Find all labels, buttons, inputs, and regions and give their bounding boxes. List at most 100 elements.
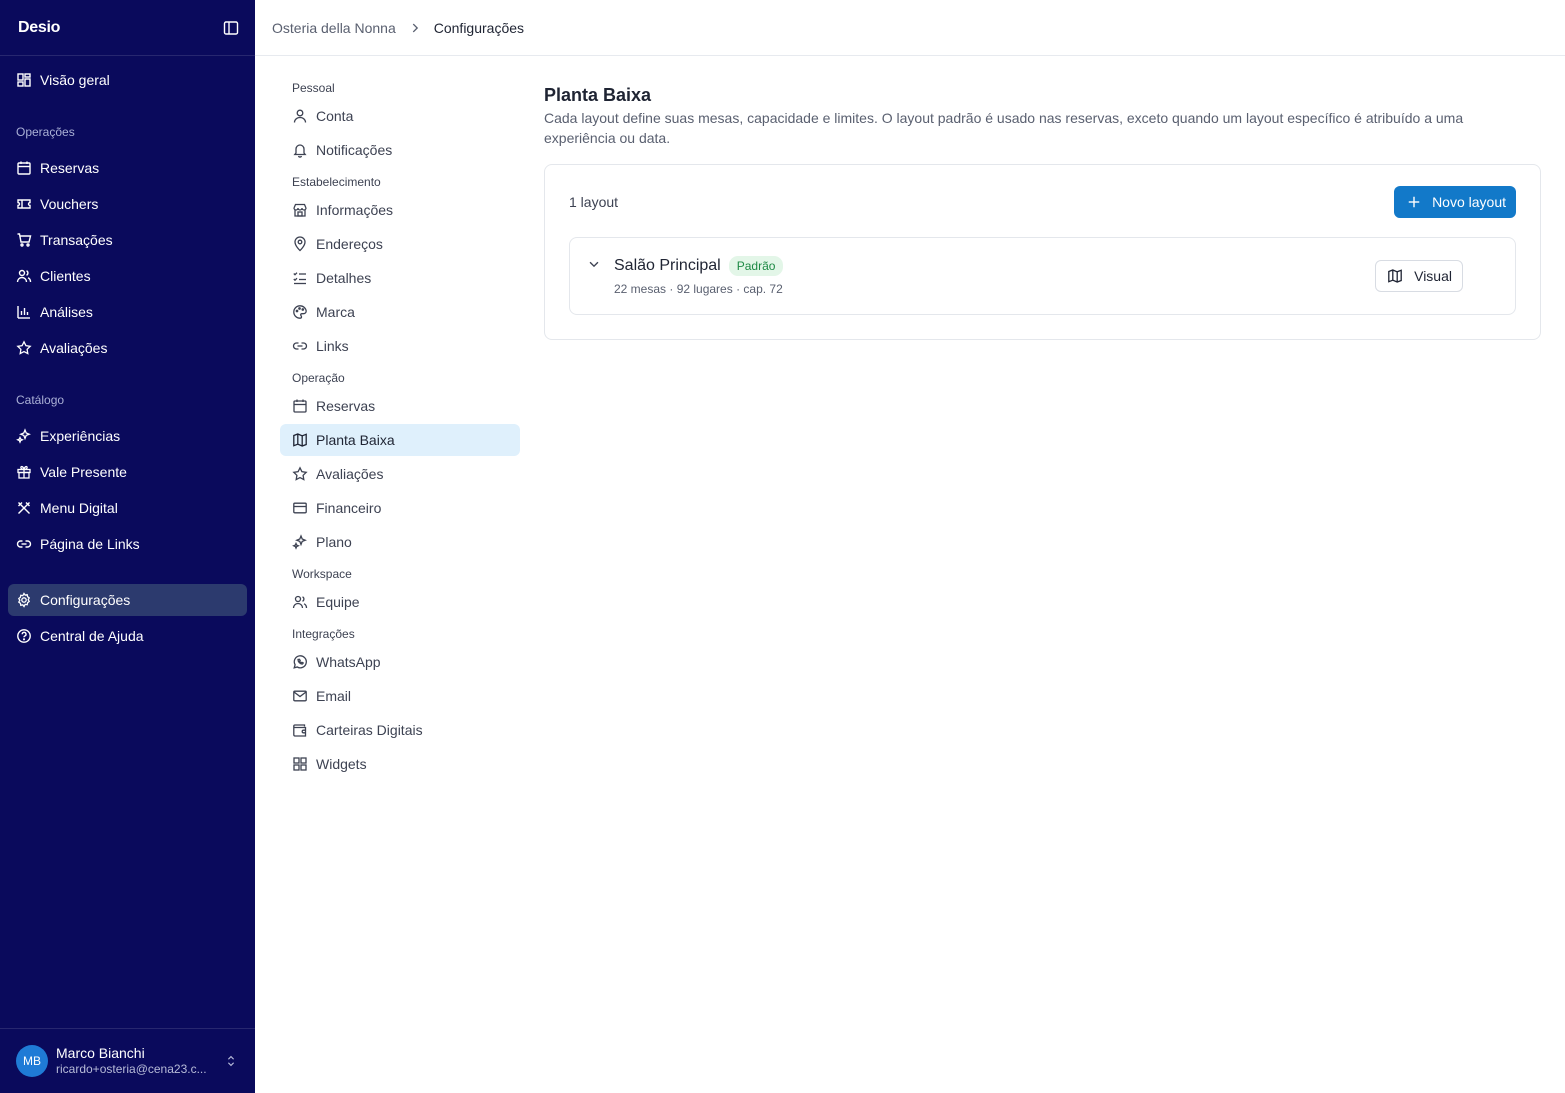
nav-label: Vouchers	[40, 196, 99, 212]
nav-item-analises[interactable]: Análises	[8, 296, 247, 328]
settings-item-financeiro[interactable]: Financeiro	[280, 492, 520, 524]
settings-item-label: Reservas	[316, 398, 376, 414]
main-nav: Visão geral Operações Reservas Vouchers …	[0, 56, 255, 652]
settings-item-label: Email	[316, 688, 352, 704]
wallet-icon	[292, 722, 308, 738]
palette-icon	[292, 304, 308, 320]
settings-item-carteiras-digitais[interactable]: Carteiras Digitais	[280, 714, 520, 746]
nav-label: Avaliações	[40, 340, 108, 356]
nav-label: Experiências	[40, 428, 121, 444]
settings-section-operacao: Operação	[292, 371, 345, 385]
mail-icon	[292, 688, 308, 704]
breadcrumb-current: Configurações	[433, 19, 525, 36]
gear-icon	[16, 592, 32, 608]
settings-item-label: Marca	[316, 304, 355, 320]
settings-nav: Pessoal Conta Notificações Estabelecimen…	[280, 78, 520, 780]
topbar: Osteria della Nonna Configurações	[255, 0, 1565, 56]
ticket-icon	[16, 196, 32, 212]
nav-item-avaliacoes[interactable]: Avaliações	[8, 332, 247, 364]
layouts-card: 1 layout Novo layout Salão Principal Pad…	[544, 164, 1541, 340]
nav-label: Vale Presente	[40, 464, 127, 480]
settings-item-marca[interactable]: Marca	[280, 296, 520, 328]
nav-label: Análises	[40, 304, 93, 320]
settings-item-label: Equipe	[316, 594, 360, 610]
nav-label: Página de Links	[40, 536, 140, 552]
layouts-card-header: 1 layout Novo layout	[545, 165, 1540, 238]
nav-item-menu-digital[interactable]: Menu Digital	[8, 492, 247, 524]
list-checks-icon	[292, 270, 308, 286]
visual-button-label: Visual	[1414, 268, 1452, 284]
nav-label: Visão geral	[40, 72, 110, 88]
chevron-right-icon	[408, 21, 422, 35]
gift-icon	[16, 464, 32, 480]
settings-item-detalhes[interactable]: Detalhes	[280, 262, 520, 294]
settings-item-widgets[interactable]: Widgets	[280, 748, 520, 780]
layout-row[interactable]: Salão Principal Padrão 22 mesas · 92 lug…	[569, 237, 1516, 315]
users-icon	[292, 594, 308, 610]
dashboard-icon	[16, 72, 32, 88]
nav-item-configuracoes[interactable]: Configurações	[8, 584, 247, 616]
nav-item-central-de-ajuda[interactable]: Central de Ajuda	[8, 620, 247, 652]
map-icon	[1387, 268, 1403, 284]
whatsapp-icon	[292, 654, 308, 670]
default-badge: Padrão	[728, 256, 784, 276]
user-menu[interactable]: MB Marco Bianchi ricardo+osteria@cena23.…	[0, 1028, 255, 1093]
settings-item-conta[interactable]: Conta	[280, 100, 520, 132]
nav-item-transacoes[interactable]: Transações	[8, 224, 247, 256]
nav-item-vale-presente[interactable]: Vale Presente	[8, 456, 247, 488]
map-pin-icon	[292, 236, 308, 252]
nav-label: Central de Ajuda	[40, 628, 144, 644]
sparkles-icon	[292, 534, 308, 550]
settings-item-whatsapp[interactable]: WhatsApp	[280, 646, 520, 678]
nav-item-visao-geral[interactable]: Visão geral	[8, 64, 247, 96]
star-icon	[292, 466, 308, 482]
breadcrumb-parent[interactable]: Osteria della Nonna	[272, 20, 396, 36]
store-icon	[292, 202, 308, 218]
brand-logo[interactable]: Desio	[18, 19, 60, 37]
settings-item-links[interactable]: Links	[280, 330, 520, 362]
calendar-icon	[292, 398, 308, 414]
nav-item-experiencias[interactable]: Experiências	[8, 420, 247, 452]
calendar-icon	[16, 160, 32, 176]
sidebar-toggle-icon[interactable]	[221, 18, 241, 38]
nav-section-catalogo: Catálogo	[16, 393, 65, 407]
plus-icon	[1406, 194, 1422, 210]
settings-item-plano[interactable]: Plano	[280, 526, 520, 558]
settings-item-notificacoes[interactable]: Notificações	[280, 134, 520, 166]
settings-section-estabelecimento: Estabelecimento	[292, 175, 381, 189]
settings-item-informacoes[interactable]: Informações	[280, 194, 520, 226]
nav-item-vouchers[interactable]: Vouchers	[8, 188, 247, 220]
chevron-down-icon[interactable]	[586, 256, 602, 272]
settings-item-label: WhatsApp	[316, 654, 381, 670]
user-icon	[292, 108, 308, 124]
settings-item-label: Financeiro	[316, 500, 382, 516]
link-icon	[292, 338, 308, 354]
page-description: Cada layout define suas mesas, capacidad…	[544, 110, 1464, 146]
users-icon	[16, 268, 32, 284]
nav-item-reservas[interactable]: Reservas	[8, 152, 247, 184]
settings-item-equipe[interactable]: Equipe	[280, 586, 520, 618]
settings-item-email[interactable]: Email	[280, 680, 520, 712]
user-email: ricardo+osteria@cena23.c...	[56, 1062, 207, 1076]
credit-card-icon	[292, 500, 308, 516]
map-icon	[292, 432, 308, 448]
avatar: MB	[16, 1045, 48, 1077]
settings-item-reservas[interactable]: Reservas	[280, 390, 520, 422]
nav-item-pagina-de-links[interactable]: Página de Links	[8, 528, 247, 560]
settings-item-planta-baixa[interactable]: Planta Baixa	[280, 424, 520, 456]
settings-item-label: Carteiras Digitais	[316, 722, 423, 738]
settings-item-label: Detalhes	[316, 270, 372, 286]
settings-item-label: Notificações	[316, 142, 393, 158]
main-content: Planta Baixa Cada layout define suas mes…	[544, 84, 1541, 340]
star-icon	[16, 340, 32, 356]
settings-item-enderecos[interactable]: Endereços	[280, 228, 520, 260]
settings-section-pessoal: Pessoal	[292, 81, 335, 95]
nav-item-clientes[interactable]: Clientes	[8, 260, 247, 292]
link-icon	[16, 536, 32, 552]
new-layout-button[interactable]: Novo layout	[1394, 185, 1516, 218]
settings-item-avaliacoes[interactable]: Avaliações	[280, 458, 520, 490]
page-title: Planta Baixa	[544, 85, 652, 105]
nav-label: Clientes	[40, 268, 91, 284]
visual-button[interactable]: Visual	[1375, 260, 1463, 292]
chevrons-up-down-icon[interactable]	[223, 1053, 239, 1069]
